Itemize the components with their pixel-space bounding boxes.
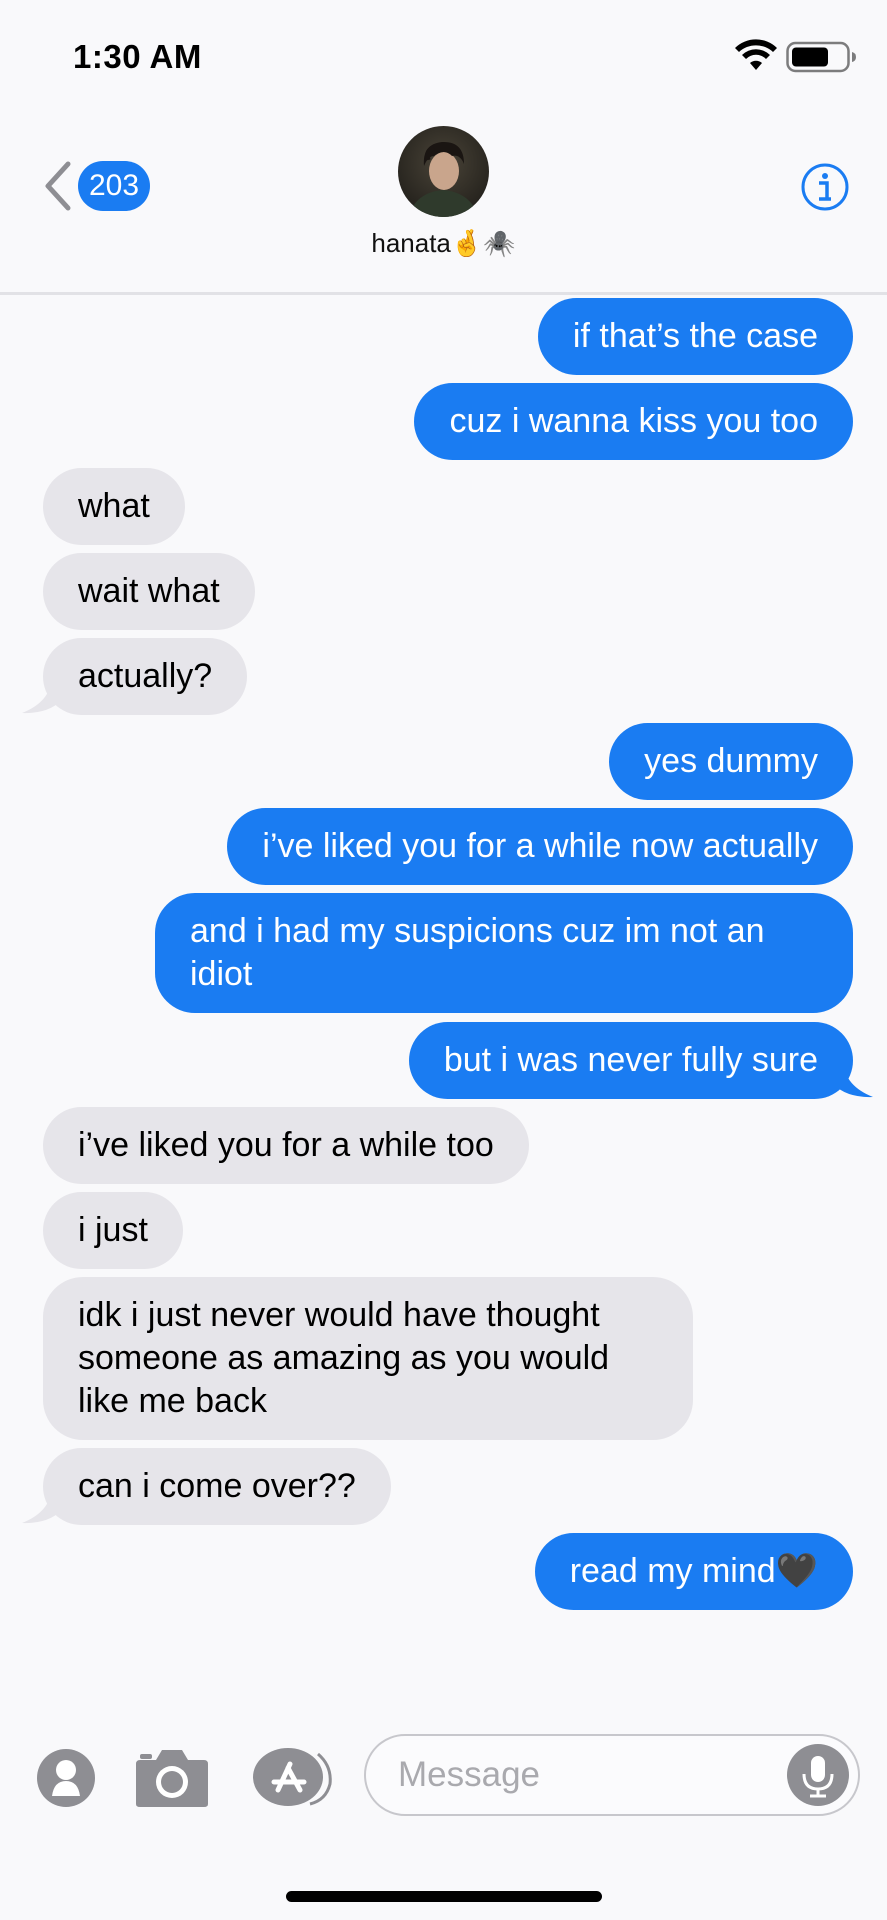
bubble-tail-sent — [833, 1062, 873, 1098]
back-chevron-icon — [45, 161, 71, 211]
microphone-button[interactable] — [787, 1744, 849, 1806]
message-bubble-received[interactable]: what — [43, 468, 185, 545]
bubble-tail-received — [22, 678, 62, 714]
message-bubble-sent[interactable]: i’ve liked you for a while now actually — [227, 808, 853, 885]
message-input[interactable] — [398, 1750, 778, 1800]
contact-avatar[interactable] — [398, 126, 489, 217]
back-button[interactable]: 203 — [42, 160, 150, 212]
bubble-tail-received — [22, 1488, 62, 1524]
message-bubble-received[interactable]: i just — [43, 1192, 183, 1269]
message-input-bar — [0, 1720, 887, 1840]
status-time: 1:30 AM — [73, 38, 202, 75]
contacts-icon[interactable] — [36, 1748, 96, 1808]
wifi-icon — [735, 39, 777, 70]
message-bubble-sent[interactable]: yes dummy — [609, 723, 853, 800]
app-store-icon[interactable] — [252, 1746, 334, 1808]
camera-icon[interactable] — [134, 1748, 210, 1808]
message-bubble-received[interactable]: i’ve liked you for a while too — [43, 1107, 529, 1184]
battery-icon — [786, 41, 856, 73]
conversation-header: 203 hanata🤞🕷️ — [0, 110, 887, 295]
message-bubble-sent[interactable]: read my mind🖤 — [534, 1533, 853, 1610]
avatar-photo — [398, 126, 489, 217]
message-bubble-received[interactable]: wait what — [43, 553, 255, 630]
home-indicator[interactable] — [286, 1891, 602, 1902]
message-bubble-received[interactable]: can i come over?? — [43, 1448, 391, 1525]
contact-name[interactable]: hanata🤞🕷️ — [0, 228, 887, 259]
unread-count-badge: 203 — [78, 161, 150, 211]
status-bar: 1:30 AM — [0, 0, 887, 110]
message-bubble-received[interactable]: actually? — [43, 638, 248, 715]
message-bubble-sent[interactable]: cuz i wanna kiss you too — [414, 383, 853, 460]
message-bubble-sent[interactable]: but i was never fully sure — [408, 1022, 853, 1099]
message-bubble-received[interactable]: idk i just never would have thought some… — [43, 1277, 693, 1440]
microphone-icon — [802, 1756, 834, 1798]
message-field[interactable] — [364, 1734, 860, 1816]
message-bubble-sent[interactable]: if that’s the case — [537, 298, 853, 375]
message-bubble-sent[interactable]: and i had my suspicions cuz im not an id… — [155, 893, 853, 1013]
info-icon[interactable] — [800, 162, 850, 212]
